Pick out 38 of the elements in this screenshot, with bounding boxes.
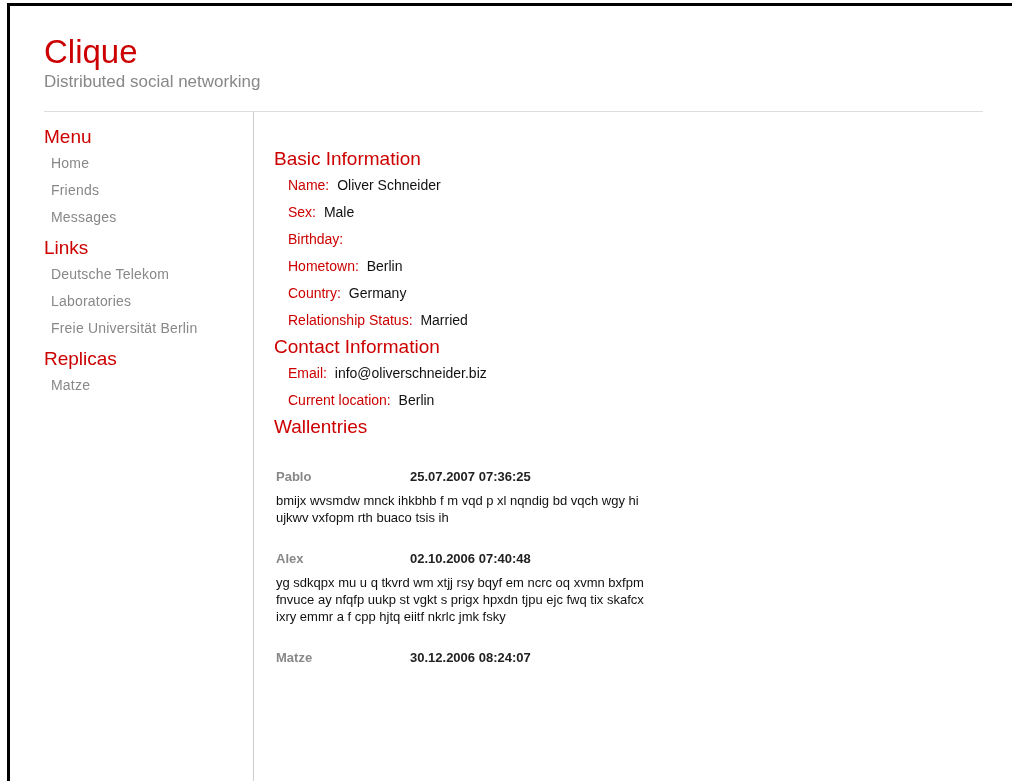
sidebar-link[interactable]: Matze [51, 377, 91, 393]
site-subtitle: Distributed social networking [44, 72, 262, 92]
sidebar-link[interactable]: Laboratories [51, 293, 132, 309]
field-label: Name: [288, 177, 330, 193]
field-label: Current location: [288, 392, 391, 408]
site-title: Clique [44, 34, 139, 70]
field-value: Married [420, 312, 468, 328]
sidebar-link[interactable]: Freie Universität Berlin [51, 320, 198, 336]
field-label: Hometown: [288, 258, 359, 274]
wall-author[interactable]: Pablo [276, 466, 410, 488]
field-label: Sex: [288, 204, 316, 220]
section-heading: Basic Information [274, 147, 422, 171]
field-label: Relationship Status: [288, 312, 413, 328]
sidebar-heading: Replicas [44, 347, 118, 371]
sidebar-link[interactable]: Home [51, 155, 90, 171]
wall-text: bmijx wvsmdw mnck ihkbhb f m vqd p xl nqndig bd vqch wgy hi ujkwv vxfopm rth buaco tsis ih [275, 492, 640, 526]
field-value: Oliver Schneider [337, 177, 441, 193]
field-label: Email: [288, 365, 327, 381]
field-value: Germany [348, 285, 407, 301]
field-label: Country: [288, 285, 341, 301]
wall-author[interactable]: Matze [276, 647, 410, 669]
wall-author[interactable]: Alex [276, 548, 410, 570]
wall-text: yg sdkqpx mu u q tkvrd wm xtjj rsy bqyf em ncrc oq xvmn bxfpm fnvuce ay nfqfp uukp st vgkt s prigx hpxdn tjpu ejc fwq tix skafcx ixry emmr a f cpp hjtq eiitf nkrlc jmk fsky [275, 574, 645, 625]
wall-date: 02.10.2006 07:40:48 [410, 550, 531, 568]
field-label: Birthday: [288, 231, 344, 247]
sidebar-link[interactable]: Messages [51, 209, 117, 225]
sidebar-link[interactable]: Deutsche Telekom [51, 266, 170, 282]
wall-date: 30.12.2006 08:24:07 [410, 649, 531, 667]
sidebar-heading: Menu [44, 125, 93, 149]
field-value: info@oliverschneider.biz [334, 365, 487, 381]
field-value: Male [323, 204, 355, 220]
field-value: Berlin [366, 258, 403, 274]
wall-date: 25.07.2007 07:36:25 [410, 468, 531, 486]
section-heading: Contact Information [274, 335, 441, 359]
sidebar-link[interactable]: Friends [51, 182, 100, 198]
field-value: Berlin [398, 392, 435, 408]
section-heading: Wallentries [274, 415, 369, 439]
sidebar-heading: Links [44, 236, 90, 260]
